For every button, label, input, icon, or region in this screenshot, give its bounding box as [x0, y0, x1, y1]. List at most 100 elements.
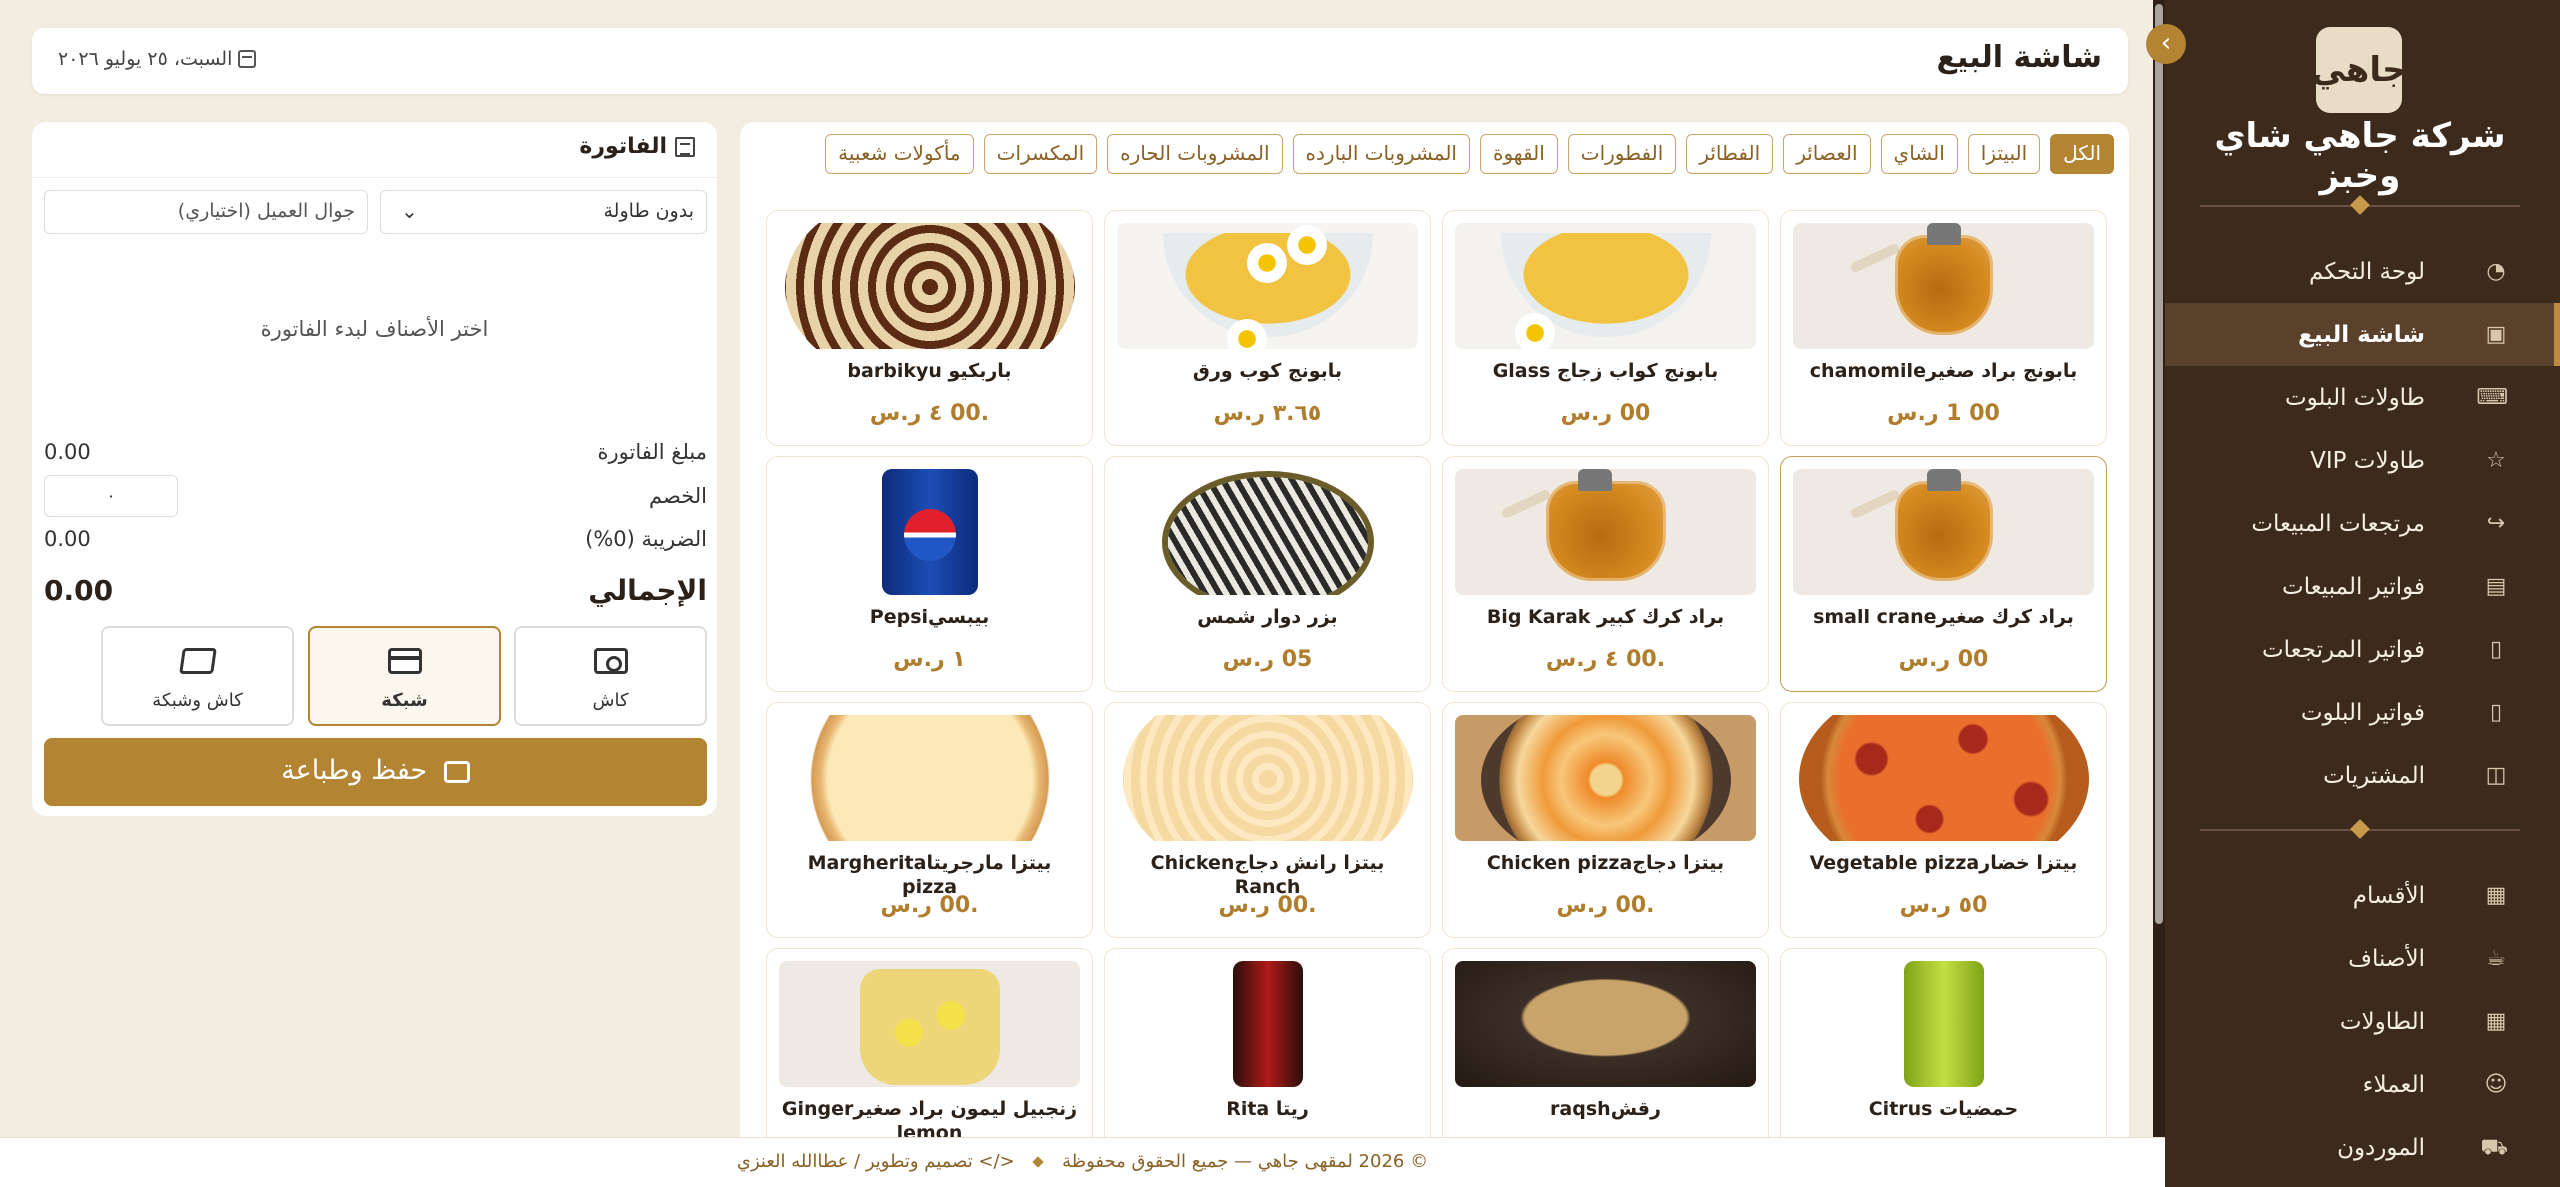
- pay-cash-label: كاش: [592, 690, 629, 711]
- product-card[interactable]: بيتزا رانش دجاجChicken Ranch .00 ر.س: [1104, 702, 1431, 938]
- scrollbar-thumb[interactable]: [2155, 4, 2163, 924]
- sidebar-item-label: المشتريات: [2323, 762, 2425, 789]
- product-card[interactable]: بيتزا خضارVegetable pizza ٥0 ر.س: [1780, 702, 2107, 938]
- product-card[interactable]: باربكيو barbikyu .00 ٤ ر.س: [766, 210, 1093, 446]
- sidebar-item-label: الأصناف: [2348, 945, 2425, 972]
- document-icon: ▯: [2489, 637, 2503, 662]
- category-tab-tea[interactable]: الشاي: [1880, 134, 1958, 174]
- star-icon: ☆: [2486, 448, 2506, 473]
- sidebar-item-customers[interactable]: ☺ العملاء: [2165, 1053, 2560, 1116]
- sidebar-item-label: العملاء: [2362, 1071, 2425, 1098]
- product-card[interactable]: بيبسيPepsi ١ ر.س: [766, 456, 1093, 692]
- sidebar-item-vip-tables[interactable]: ☆ طاولات VIP: [2165, 429, 2560, 492]
- footer-credit: </> تصميم وتطوير / عطاالله العنزي: [736, 1151, 1015, 1172]
- category-tab-hot-drinks[interactable]: المشروبات الحاره: [1107, 134, 1283, 174]
- product-name: بابونج كواب زجاج Glass: [1492, 360, 1719, 382]
- customer-phone-input[interactable]: جوال العميل (اختياري): [44, 190, 368, 234]
- category-tab-coffee[interactable]: القهوة: [1479, 134, 1558, 174]
- category-tab-pizza[interactable]: البيتزا: [1967, 134, 2041, 174]
- product-image: [1117, 961, 1418, 1087]
- product-image: [1793, 223, 2094, 349]
- sidebar-item-dashboard[interactable]: ◔ لوحة التحكم: [2165, 240, 2560, 303]
- sidebar-item-label: الأقسام: [2352, 882, 2425, 909]
- pay-mixed-button[interactable]: كاش وشبكة: [101, 626, 294, 726]
- pay-cash-button[interactable]: كاش: [514, 626, 707, 726]
- category-tab-juices[interactable]: العصائر: [1783, 134, 1871, 174]
- category-tab-pies[interactable]: الفطائر: [1686, 134, 1774, 174]
- product-image: [1117, 223, 1418, 349]
- category-tab-breakfast[interactable]: الفطورات: [1567, 134, 1677, 174]
- product-card[interactable]: بابونج كواب زجاج Glass 00 ر.س: [1442, 210, 1769, 446]
- category-tab-popular-food[interactable]: مأكولات شعبية: [825, 134, 974, 174]
- credit-card-icon: [387, 648, 422, 674]
- total-label: الإجمالي: [588, 574, 707, 607]
- sidebar-item-sales-invoices[interactable]: ▤ فواتير المبيعات: [2165, 555, 2560, 618]
- product-image: [1455, 961, 1756, 1087]
- save-print-label: حفظ وطباعة: [281, 755, 428, 786]
- category-tab-all[interactable]: الكل: [2050, 134, 2114, 174]
- discount-input[interactable]: ٠: [44, 475, 178, 517]
- company-name: شركة جاهي شاي وخبز: [2214, 116, 2506, 196]
- sidebar-item-sections[interactable]: ▦ الأقسام: [2165, 864, 2560, 927]
- sidebar-scrollbar[interactable]: [2153, 0, 2165, 1187]
- subtotal-row: مبلغ الفاتورة 0.00: [44, 440, 707, 464]
- sidebar-item-pos[interactable]: ▣ شاشة البيع: [2165, 303, 2560, 366]
- sidebar-item-baloot-invoices[interactable]: ▯ فواتير البلوت: [2165, 681, 2560, 744]
- product-name: ريتا Rita: [1226, 1098, 1309, 1120]
- sidebar-item-sales-returns[interactable]: ↪ مرتجعات المبيعات: [2165, 492, 2560, 555]
- document-list-icon: ▯: [2489, 700, 2503, 725]
- sidebar-item-label: فواتير البلوت: [2300, 699, 2425, 726]
- product-card[interactable]: بزر دوار شمس 05 ر.س: [1104, 456, 1431, 692]
- users-icon: ☺: [2484, 1072, 2508, 1097]
- tax-value: 0.00: [44, 527, 91, 551]
- product-card[interactable]: براد كرك صغيرsmall crane 00 ر.س: [1780, 456, 2107, 692]
- invoice-header: الفاتورة: [579, 134, 695, 159]
- footer-copyright: © 2026 لمقهى جاهي — جميع الحقوق محفوظة: [1062, 1151, 1429, 1172]
- product-image: [779, 715, 1080, 841]
- product-price: 05 ر.س: [1222, 647, 1313, 672]
- total-value: 0.00: [44, 574, 114, 607]
- product-image: [779, 469, 1080, 595]
- product-image: [1793, 715, 2094, 841]
- product-card[interactable]: براد كرك كبير Big Karak .00 ٤ ر.س: [1442, 456, 1769, 692]
- product-name: بيتزا رانش دجاجChicken Ranch: [1150, 852, 1385, 898]
- product-image: [1793, 961, 2094, 1087]
- chevron-down-icon: ⌄: [401, 199, 418, 223]
- product-name: بزر دوار شمس: [1197, 606, 1338, 628]
- pay-card-button[interactable]: شبكة: [308, 626, 501, 726]
- sidebar-item-suppliers[interactable]: ⛟ الموردون: [2165, 1116, 2560, 1179]
- product-grid: بابونج براد صغيرchamomile 00 1 ر.س بابون…: [762, 210, 2107, 1184]
- sidebar-item-label: فواتير المبيعات: [2282, 573, 2425, 600]
- sidebar-divider: [2200, 195, 2520, 215]
- sidebar-item-label: مرتجعات المبيعات: [2251, 510, 2425, 537]
- subtotal-label: مبلغ الفاتورة: [597, 440, 707, 464]
- sidebar-item-label: فواتير المرتجعات: [2262, 636, 2425, 663]
- divider: [32, 177, 717, 178]
- pay-card-label: شبكة: [381, 690, 428, 711]
- product-price: .00 ر.س: [880, 893, 979, 918]
- product-card[interactable]: بيتزا دجاجChicken pizza .00 ر.س: [1442, 702, 1769, 938]
- grid-icon: ▦: [2485, 883, 2507, 908]
- save-print-button[interactable]: حفظ وطباعة: [44, 738, 707, 806]
- product-card[interactable]: بيتزا مارجريتاMargherita pizza .00 ر.س: [766, 702, 1093, 938]
- table-select[interactable]: بدون طاولة ⌄: [380, 190, 707, 234]
- receipt-icon: [675, 136, 695, 157]
- product-name: بيتزا مارجريتاMargherita pizza: [807, 852, 1052, 898]
- sidebar-item-baloot-tables[interactable]: ⌨ طاولات البلوت: [2165, 366, 2560, 429]
- product-image: [1793, 469, 2094, 595]
- sidebar-item-purchases[interactable]: ◫ المشتريات: [2165, 744, 2560, 807]
- product-name: بابونج كوب ورق: [1192, 360, 1343, 382]
- calendar-icon: [238, 50, 257, 68]
- category-tab-nuts[interactable]: المكسرات: [983, 134, 1098, 174]
- product-image: [1455, 715, 1756, 841]
- category-tab-cold-drinks[interactable]: المشروبات البارده: [1292, 134, 1470, 174]
- sidebar-item-tables[interactable]: ▦ الطاولات: [2165, 990, 2560, 1053]
- sidebar-toggle-button[interactable]: ‹: [2146, 24, 2186, 64]
- product-card[interactable]: بابونج براد صغيرchamomile 00 1 ر.س: [1780, 210, 2107, 446]
- product-card[interactable]: بابونج كوب ورق ٣.٦٥ ر.س: [1104, 210, 1431, 446]
- sidebar-item-items[interactable]: ☕ الأصناف: [2165, 927, 2560, 990]
- invoice-icon: ▤: [2485, 574, 2507, 599]
- product-price: .00 ٤ ر.س: [869, 401, 990, 426]
- sidebar-item-return-invoices[interactable]: ▯ فواتير المرتجعات: [2165, 618, 2560, 681]
- tables-grid-icon: ▦: [2485, 1009, 2507, 1034]
